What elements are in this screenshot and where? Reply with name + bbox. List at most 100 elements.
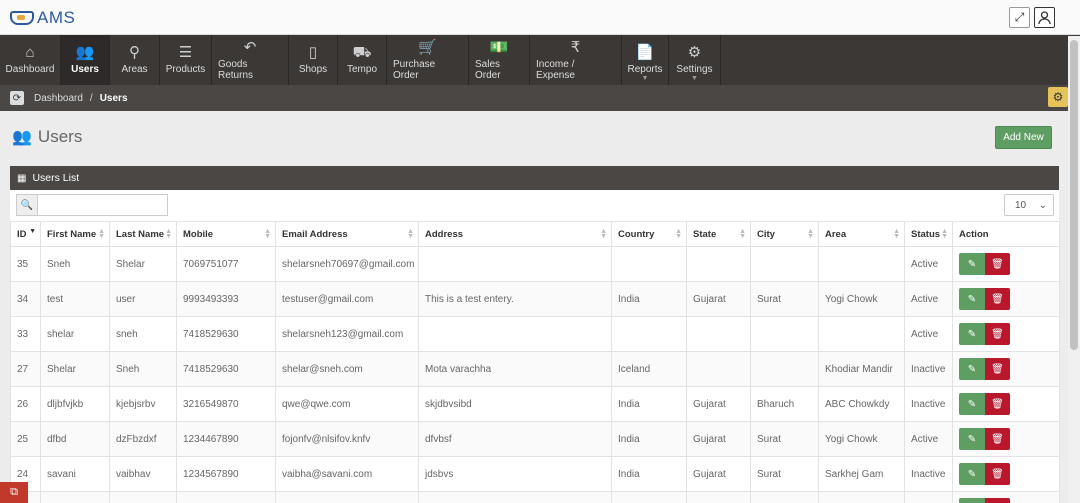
pencil-icon: ✎ xyxy=(967,363,977,375)
search-input[interactable] xyxy=(38,194,168,216)
cell-first: savani xyxy=(40,456,110,492)
sort-icon: ▲ ▼ xyxy=(600,228,607,240)
nav-item-income-expense[interactable]: ₹ Income / Expense xyxy=(530,35,622,85)
cell-last: asdasd xyxy=(109,491,177,503)
column-header-city[interactable]: City ▲ ▼ xyxy=(750,221,819,247)
trash-icon: 🗑 xyxy=(991,468,1004,480)
column-header-email[interactable]: Email Address ▲ ▼ xyxy=(275,221,419,247)
sort-icon: ▲ ▼ xyxy=(165,228,172,240)
page-scrollbar[interactable] xyxy=(1068,36,1080,503)
settings-toggle-button[interactable]: ⚙ xyxy=(1048,87,1068,107)
add-new-button[interactable]: Add New xyxy=(995,126,1052,149)
column-header-status[interactable]: Status ▲ ▼ xyxy=(904,221,953,247)
edit-button[interactable]: ✎ xyxy=(959,428,985,450)
fullscreen-button[interactable]: ⤢ xyxy=(1009,7,1030,28)
cell-status: Inactive xyxy=(904,456,953,492)
nav-label: Purchase Order xyxy=(393,58,436,81)
nav-label: Settings xyxy=(676,64,713,75)
delete-button[interactable]: 🗑 xyxy=(985,323,1010,345)
delete-button[interactable]: 🗑 xyxy=(985,253,1010,275)
pencil-icon: ✎ xyxy=(967,433,977,445)
nav-item-dashboard[interactable]: ⌂ Dashboard xyxy=(0,35,61,85)
gear-icon: ⚙ xyxy=(687,44,702,61)
cell-first: dfbd xyxy=(40,421,110,457)
column-header-state[interactable]: State ▲ ▼ xyxy=(686,221,751,247)
edit-button[interactable]: ✎ xyxy=(959,323,985,345)
edit-button[interactable]: ✎ xyxy=(959,393,985,415)
breadcrumb-home[interactable]: Dashboard xyxy=(34,93,83,104)
user-icon xyxy=(1038,10,1051,24)
nav-item-goods-returns[interactable]: ↶ Goods Returns xyxy=(212,35,289,85)
nav-item-tempo[interactable]: ⛟ Tempo xyxy=(338,35,387,85)
cell-country xyxy=(611,316,687,352)
cell-action: ✎🗑 xyxy=(952,281,1060,317)
delete-button[interactable]: 🗑 xyxy=(985,428,1010,450)
panel-header: ▦ Users List xyxy=(10,166,1059,190)
debug-toolbar-icon[interactable]: ⧉ xyxy=(0,482,28,503)
nav-label: Reports xyxy=(627,64,663,75)
nav-label: Sales Order xyxy=(475,58,501,81)
nav-item-reports[interactable]: 📄 Reports ▼ xyxy=(622,35,669,85)
delete-button[interactable]: 🗑 xyxy=(985,288,1010,310)
delete-button[interactable]: 🗑 xyxy=(985,463,1010,485)
cell-state: Gujarat xyxy=(686,456,751,492)
column-header-mobile[interactable]: Mobile ▲ ▼ xyxy=(176,221,276,247)
page-size-select[interactable]: 10 ⌄ xyxy=(1004,194,1054,216)
column-header-country[interactable]: Country ▲ ▼ xyxy=(611,221,687,247)
trash-icon: 🗑 xyxy=(991,433,1004,445)
money-icon: 💵 xyxy=(489,38,509,56)
edit-button[interactable]: ✎ xyxy=(959,253,985,275)
chevron-down-icon: ▼ xyxy=(641,75,649,82)
user-menu-button[interactable] xyxy=(1034,7,1055,28)
page-size-value: 10 xyxy=(1015,199,1027,211)
expand-icon: ⤢ xyxy=(1014,10,1025,24)
cell-first: dljbfvjkb xyxy=(40,386,110,422)
cell-address: asdasdasdasdasdasdad xyxy=(418,491,612,503)
cell-email: asdasd@sdfsd.dffdsdf xyxy=(275,491,419,503)
delete-button[interactable]: 🗑 xyxy=(985,498,1010,503)
sort-icon: ▲ ▼ xyxy=(675,228,682,240)
nav-label: Shops xyxy=(298,64,328,75)
cell-area: Yogi Chowk xyxy=(818,281,905,317)
nav-item-products[interactable]: ☰ Products xyxy=(160,35,212,85)
users-list-panel: ▦ Users List 🔍 10 ⌄ ID ▼ First Name ▲ ▼ Las… xyxy=(10,166,1060,503)
pencil-icon: ✎ xyxy=(967,468,977,480)
column-header-first-name[interactable]: First Name ▲ ▼ xyxy=(40,221,110,247)
app-logo[interactable]: AMS xyxy=(10,8,75,28)
column-header-area[interactable]: Area ▲ ▼ xyxy=(818,221,905,247)
cell-mobile: 3216549870 xyxy=(176,386,276,422)
cell-action: ✎🗑 xyxy=(952,491,1060,503)
main-nav: ⌂ Dashboard 👥 Users ⚲ Areas ☰ Products ↶ Good… xyxy=(0,35,1080,85)
column-header-address[interactable]: Address ▲ ▼ xyxy=(418,221,612,247)
chevron-down-icon: ⌄ xyxy=(1038,199,1047,211)
scrollbar-thumb[interactable] xyxy=(1070,40,1078,350)
cell-last: Shelar xyxy=(109,246,177,282)
breadcrumb-current: Users xyxy=(99,92,128,104)
nav-label: Tempo xyxy=(346,64,377,75)
refresh-icon[interactable]: ⟳ xyxy=(10,91,24,105)
edit-button[interactable]: ✎ xyxy=(959,358,985,380)
nav-label: Products xyxy=(165,64,206,75)
column-header-last-name[interactable]: Last Name ▲ ▼ xyxy=(109,221,177,247)
cell-id: 27 xyxy=(10,351,41,387)
delete-button[interactable]: 🗑 xyxy=(985,358,1010,380)
nav-item-areas[interactable]: ⚲ Areas xyxy=(110,35,160,85)
cell-city: Surat xyxy=(750,491,819,503)
column-header-id[interactable]: ID ▼ xyxy=(10,221,41,247)
edit-button[interactable]: ✎ xyxy=(959,288,985,310)
nav-item-purchase-order[interactable]: 🛒 Purchase Order xyxy=(387,35,469,85)
nav-item-shops[interactable]: ▯ Shops xyxy=(289,35,338,85)
cell-email: fojonfv@nlsifov.knfv xyxy=(275,421,419,457)
trash-icon: 🗑 xyxy=(991,398,1004,410)
nav-item-sales-order[interactable]: 💵 Sales Order xyxy=(469,35,530,85)
cell-mobile: 1234467890 xyxy=(176,421,276,457)
cell-country: India xyxy=(611,491,687,503)
delete-button[interactable]: 🗑 xyxy=(985,393,1010,415)
nav-item-users[interactable]: 👥 Users xyxy=(61,35,110,85)
edit-button[interactable]: ✎ xyxy=(959,498,985,503)
breadcrumb-separator: / xyxy=(89,92,93,104)
edit-button[interactable]: ✎ xyxy=(959,463,985,485)
nav-item-settings[interactable]: ⚙ Settings ▼ xyxy=(669,35,721,85)
pencil-icon: ✎ xyxy=(967,258,977,270)
cell-state: Gujarat xyxy=(686,386,751,422)
